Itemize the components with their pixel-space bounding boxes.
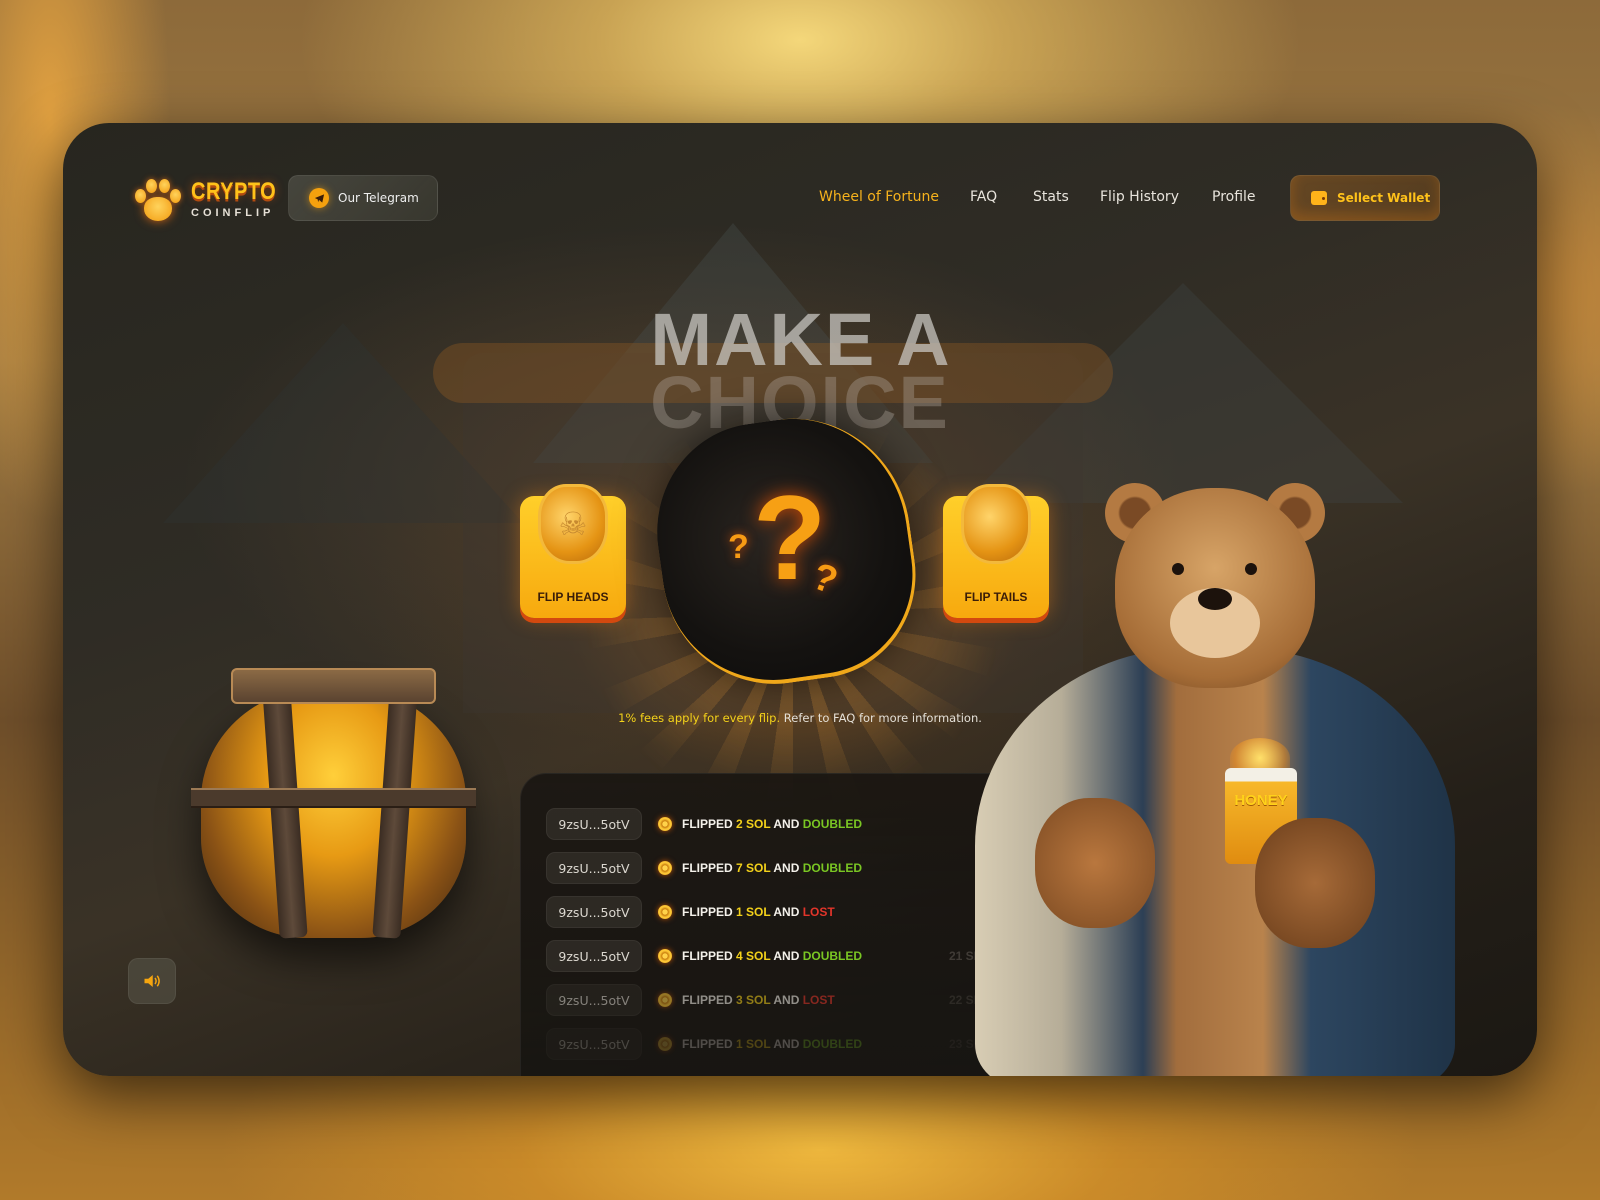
wallet-label: Sellect Wallet [1337, 191, 1431, 205]
coin-icon [658, 1037, 672, 1051]
nav-stats[interactable]: Stats [1033, 189, 1069, 205]
flip-message: FLIPPED 3 SOL AND LOST [682, 993, 835, 1007]
wallet-address[interactable]: 9zsU...5otV [546, 896, 642, 928]
nav-wheel-of-fortune[interactable]: Wheel of Fortune [819, 189, 939, 205]
app-window: CRYPTO COINFLIP Our Telegram Wheel of Fo… [63, 123, 1537, 1076]
coin-icon [658, 861, 672, 875]
flip-message: FLIPPED 1 SOL AND LOST [682, 905, 835, 919]
flip-heads-button[interactable]: ☠ FLIP HEADS [520, 484, 626, 618]
flip-message: FLIPPED 2 SOL AND DOUBLED [682, 817, 863, 831]
bear-mascot-image: HONEY [915, 483, 1515, 1076]
wallet-address[interactable]: 9zsU...5otV [546, 940, 642, 972]
telegram-icon [309, 188, 329, 208]
coin-icon [658, 817, 672, 831]
flip-message: FLIPPED 7 SOL AND DOUBLED [682, 861, 863, 875]
wallet-icon [1311, 191, 1327, 205]
speaker-icon [144, 975, 160, 987]
select-wallet-button[interactable]: Sellect Wallet [1290, 175, 1440, 221]
nav-profile[interactable]: Profile [1212, 189, 1256, 205]
coin-icon [658, 905, 672, 919]
flip-heads-label: FLIP HEADS [537, 590, 609, 604]
sound-toggle-button[interactable] [128, 958, 176, 1004]
flip-message: FLIPPED 1 SOL AND DOUBLED [682, 1037, 863, 1051]
wallet-address[interactable]: 9zsU...5otV [546, 808, 642, 840]
logo-title: CRYPTO [191, 178, 277, 205]
nav-faq[interactable]: FAQ [970, 189, 997, 205]
wallet-address[interactable]: 9zsU...5otV [546, 984, 642, 1016]
telegram-button[interactable]: Our Telegram [288, 175, 438, 221]
mug-label: HONEY [1234, 792, 1288, 809]
wallet-address[interactable]: 9zsU...5otV [546, 1028, 642, 1060]
paw-icon [133, 175, 183, 225]
telegram-label: Our Telegram [338, 191, 419, 205]
coin-icon [658, 949, 672, 963]
nav-flip-history[interactable]: Flip History [1100, 189, 1179, 205]
logo[interactable]: CRYPTO COINFLIP [133, 175, 276, 225]
logo-subtitle: COINFLIP [191, 206, 275, 219]
flip-message: FLIPPED 4 SOL AND DOUBLED [682, 949, 863, 963]
question-mark-small-icon: ? [728, 528, 749, 566]
skull-coin-icon: ☠ [538, 484, 608, 564]
coin-icon [658, 993, 672, 1007]
honey-barrel-image [191, 668, 476, 948]
fee-note-highlight: 1% fees apply for every flip. [618, 711, 781, 725]
wallet-address[interactable]: 9zsU...5otV [546, 852, 642, 884]
